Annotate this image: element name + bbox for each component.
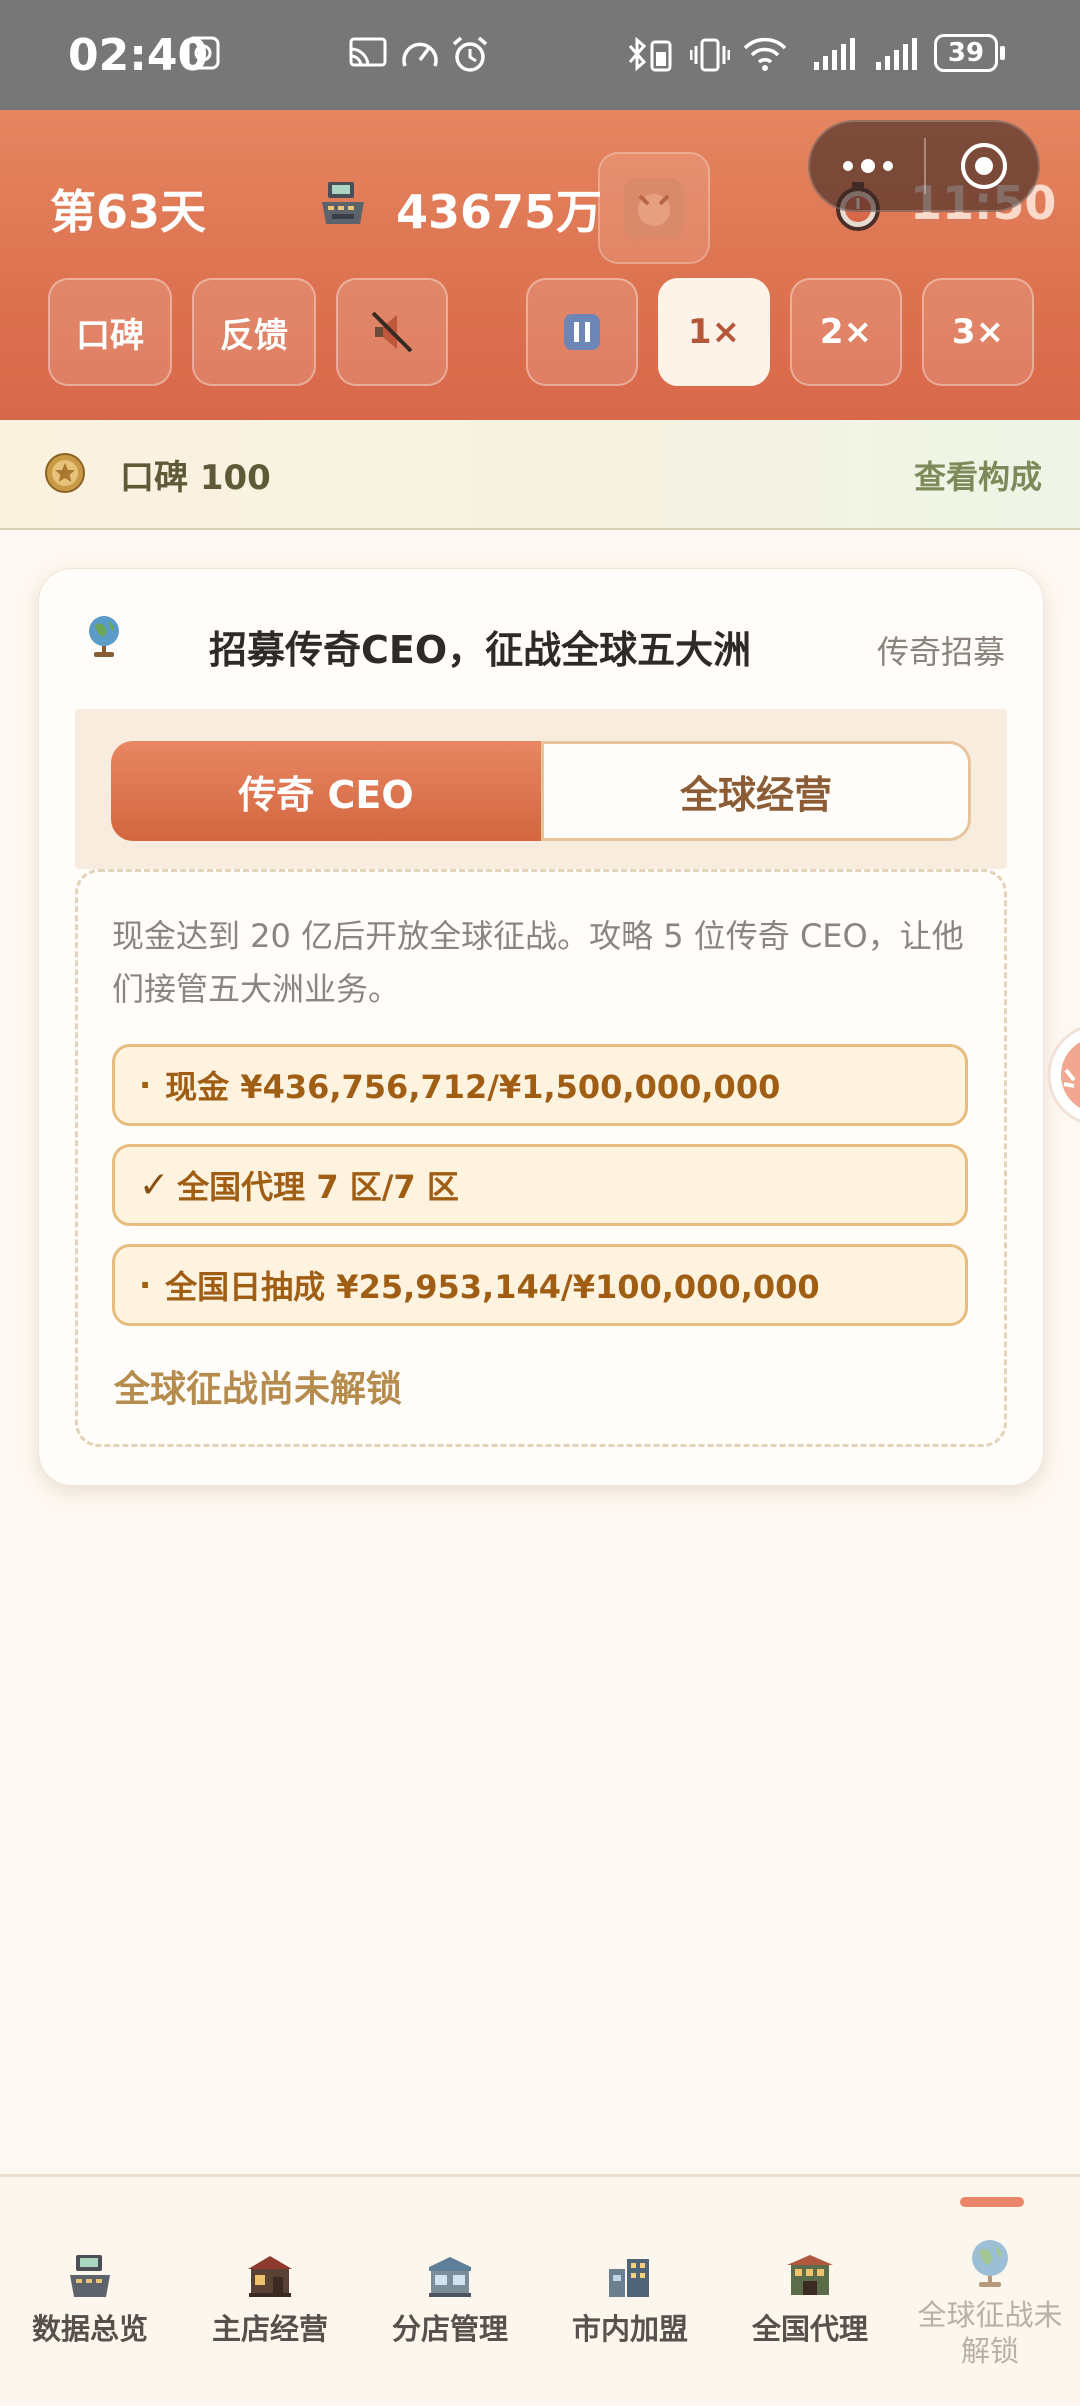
requirement-daily-commission: · 全国日抽成 ¥25,953,144/¥100,000,000 bbox=[112, 1244, 968, 1326]
unlock-description: 现金达到 20 亿后开放全球征战。攻略 5 位传奇 CEO，让他们接管五大洲业务… bbox=[112, 917, 964, 1008]
nav-national-agency[interactable]: 全国代理 bbox=[720, 2177, 900, 2406]
city-franchise-icon bbox=[605, 2253, 655, 2303]
nav-label: 主店经营 bbox=[211, 2312, 328, 2346]
mascot-button[interactable] bbox=[598, 152, 710, 264]
nav-label: 市内加盟 bbox=[571, 2312, 688, 2346]
speed-3x-button[interactable]: 3× bbox=[922, 278, 1034, 386]
nav-branch-management[interactable]: 分店管理 bbox=[360, 2177, 540, 2406]
nav-data-overview[interactable]: 数据总览 bbox=[0, 2177, 180, 2406]
pause-icon bbox=[564, 314, 600, 350]
wifi-icon bbox=[742, 36, 788, 76]
requirement-mark: · bbox=[139, 1066, 152, 1104]
branch-store-icon bbox=[425, 2253, 475, 2303]
pause-button[interactable] bbox=[526, 278, 638, 386]
locked-status-text: 全球征战尚未解锁 bbox=[114, 1369, 403, 1410]
notification-icon bbox=[186, 36, 220, 74]
mascot-icon bbox=[624, 178, 684, 238]
legend-recruit-badge: 传奇招募 bbox=[877, 633, 1006, 671]
speed-icon bbox=[400, 36, 440, 76]
nav-label: 分店管理 bbox=[391, 2312, 508, 2346]
status-bar: 02:40 39 bbox=[0, 0, 1080, 110]
capsule-divider bbox=[924, 138, 926, 194]
miniprogram-capsule bbox=[808, 120, 1040, 212]
nav-city-franchise[interactable]: 市内加盟 bbox=[540, 2177, 720, 2406]
alarm-icon bbox=[450, 36, 490, 78]
battery-indicator: 39 bbox=[934, 34, 998, 72]
battery-tip bbox=[1000, 46, 1005, 60]
nav-main-store[interactable]: 主店经营 bbox=[180, 2177, 360, 2406]
mute-button[interactable] bbox=[336, 278, 448, 386]
main-store-icon bbox=[245, 2253, 295, 2303]
reputation-medal-icon bbox=[44, 452, 86, 498]
nav-label: 全球征战未解锁 bbox=[917, 2298, 1063, 2368]
tab-legend-ceo[interactable]: 传奇 CEO bbox=[111, 741, 541, 841]
requirement-mark: · bbox=[139, 1266, 152, 1304]
vibrate-icon bbox=[689, 36, 731, 78]
signal-1-icon bbox=[800, 36, 862, 76]
bottom-navigation: 数据总览 主店经营 分店管理 市内加盟 全国代理 全球征战未解锁 bbox=[0, 2174, 1080, 2403]
cash-register-icon bbox=[318, 180, 368, 230]
cast-icon bbox=[348, 36, 388, 76]
globe-icon bbox=[965, 2237, 1015, 2293]
bluetooth-battery-icon bbox=[626, 36, 678, 78]
speed-1x-button[interactable]: 1× bbox=[658, 278, 770, 386]
requirement-text: 全国日抽成 ¥25,953,144/¥100,000,000 bbox=[165, 1268, 820, 1306]
cash-register-icon bbox=[66, 2253, 114, 2303]
unlock-requirements-panel: 现金达到 20 亿后开放全球征战。攻略 5 位传奇 CEO，让他们接管五大洲业务… bbox=[75, 869, 1007, 1447]
card-tab-bar: 传奇 CEO 全球经营 bbox=[75, 709, 1007, 869]
close-target-icon[interactable] bbox=[958, 140, 1010, 196]
muted-speaker-icon bbox=[371, 311, 413, 353]
reputation-bar: 口碑 100 查看构成 bbox=[0, 420, 1080, 530]
requirement-cash: · 现金 ¥436,756,712/¥1,500,000,000 bbox=[112, 1044, 968, 1126]
requirement-text: 现金 ¥436,756,712/¥1,500,000,000 bbox=[165, 1068, 781, 1106]
reputation-button[interactable]: 口碑 bbox=[48, 278, 172, 386]
reputation-value: 口碑 100 bbox=[120, 458, 271, 498]
signal-2-icon bbox=[872, 36, 924, 76]
ceo-recruit-card: 招募传奇CEO，征战全球五大洲 传奇招募 传奇 CEO 全球经营 现金达到 20… bbox=[38, 568, 1044, 1486]
assistant-avatar-icon bbox=[1047, 1027, 1080, 1123]
active-tab-indicator bbox=[960, 2197, 1024, 2207]
requirement-national-agency: ✓ 全国代理 7 区/7 区 bbox=[112, 1144, 968, 1226]
day-counter: 第63天 bbox=[50, 185, 207, 239]
nav-global-conquest[interactable]: 全球征战未解锁 bbox=[900, 2177, 1080, 2406]
speed-2x-button[interactable]: 2× bbox=[790, 278, 902, 386]
nav-label: 数据总览 bbox=[31, 2312, 148, 2346]
requirement-check-icon: ✓ bbox=[139, 1164, 170, 1206]
tab-global-operation[interactable]: 全球经营 bbox=[541, 741, 971, 841]
floating-assistant-bubble[interactable] bbox=[1044, 1020, 1080, 1130]
requirement-text: 全国代理 7 区/7 区 bbox=[177, 1168, 459, 1206]
more-menu-icon[interactable] bbox=[840, 148, 896, 188]
card-title: 招募传奇CEO，征战全球五大洲 bbox=[209, 628, 752, 672]
nav-label: 全国代理 bbox=[751, 2312, 868, 2346]
globe-icon bbox=[83, 613, 125, 663]
money-amount: 43675万 bbox=[396, 185, 603, 239]
feedback-button[interactable]: 反馈 bbox=[192, 278, 316, 386]
view-composition-link[interactable]: 查看构成 bbox=[914, 452, 1042, 498]
national-agency-icon bbox=[785, 2253, 835, 2303]
